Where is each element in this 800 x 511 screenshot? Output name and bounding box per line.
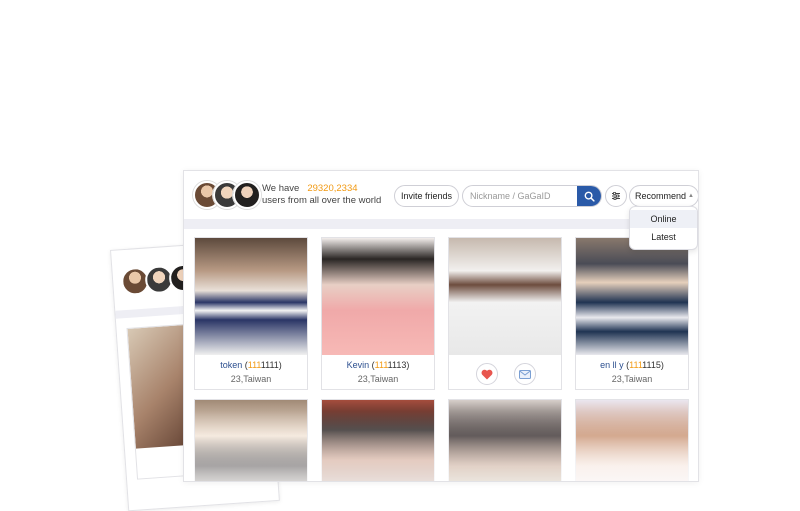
like-button[interactable] xyxy=(476,363,498,385)
profile-id: 1113 xyxy=(387,360,407,370)
profile-card[interactable] xyxy=(321,399,435,481)
profile-id-highlight: 111 xyxy=(374,360,388,370)
profile-name: token xyxy=(220,360,243,370)
heart-icon xyxy=(481,369,493,379)
profile-card-hovered[interactable] xyxy=(448,237,562,390)
profile-name: Kevin xyxy=(346,360,370,370)
mail-icon xyxy=(519,369,531,379)
filter-icon xyxy=(612,192,620,200)
avatar-group xyxy=(193,181,261,209)
profile-id-highlight: 111 xyxy=(247,360,261,370)
sort-option-latest[interactable]: Latest xyxy=(630,228,697,246)
profile-card[interactable]: Kevin (1111113) 23,Taiwan xyxy=(321,237,435,390)
message-button[interactable] xyxy=(514,363,536,385)
tagline-suffix: users from all over the world xyxy=(262,195,382,206)
search-input[interactable] xyxy=(463,186,578,206)
profile-photo[interactable] xyxy=(195,238,307,355)
profile-photo[interactable] xyxy=(576,400,688,481)
profile-photo[interactable] xyxy=(195,400,307,481)
sort-label: Recommend xyxy=(635,191,687,201)
profile-card[interactable] xyxy=(448,399,562,481)
filter-button[interactable] xyxy=(605,185,627,207)
profile-photo[interactable] xyxy=(322,400,434,481)
search-box xyxy=(462,185,602,207)
profile-photo[interactable] xyxy=(576,238,688,355)
invite-friends-button[interactable]: Invite friends xyxy=(394,185,460,207)
profile-id-highlight: 111 xyxy=(629,360,643,370)
profile-name-id: token (1111111) xyxy=(220,360,282,370)
profile-name: en ll y xyxy=(600,360,624,370)
profile-photo[interactable] xyxy=(322,238,434,355)
profile-card[interactable]: en ll y (1111115) 23,Taiwan xyxy=(575,237,689,390)
sort-dropdown[interactable]: Recommend ▲ xyxy=(629,185,698,207)
profile-location: 23,Taiwan xyxy=(357,374,399,384)
profile-name-id: Kevin (1111113) xyxy=(346,360,410,370)
sort-menu: Online Latest xyxy=(629,206,698,250)
profile-id: 1115 xyxy=(642,360,661,370)
user-count: 29320,2334 xyxy=(307,183,358,194)
avatar xyxy=(233,181,261,209)
profile-card[interactable] xyxy=(575,399,689,481)
profile-photo[interactable] xyxy=(449,400,561,481)
tagline-prefix: We have xyxy=(262,183,300,194)
profile-location: 23,Taiwan xyxy=(611,374,653,384)
main-window: We have 29320,2334 users from all over th… xyxy=(183,170,699,482)
profile-card[interactable]: token (1111111) 23,Taiwan xyxy=(194,237,308,390)
search-button[interactable] xyxy=(577,186,601,206)
sort-option-online[interactable]: Online xyxy=(630,210,697,228)
profile-id: 1111 xyxy=(260,360,279,370)
profile-card[interactable] xyxy=(194,399,308,481)
caret-up-icon: ▲ xyxy=(688,193,694,199)
search-icon xyxy=(584,191,595,202)
profile-location: 23,Taiwan xyxy=(230,374,272,384)
divider xyxy=(184,219,698,229)
profile-name-id: en ll y (1111115) xyxy=(600,360,664,370)
user-count-tagline: We have 29320,2334 users from all over th… xyxy=(262,183,381,207)
profile-photo[interactable] xyxy=(449,238,561,355)
top-bar: We have 29320,2334 users from all over th… xyxy=(184,171,698,219)
